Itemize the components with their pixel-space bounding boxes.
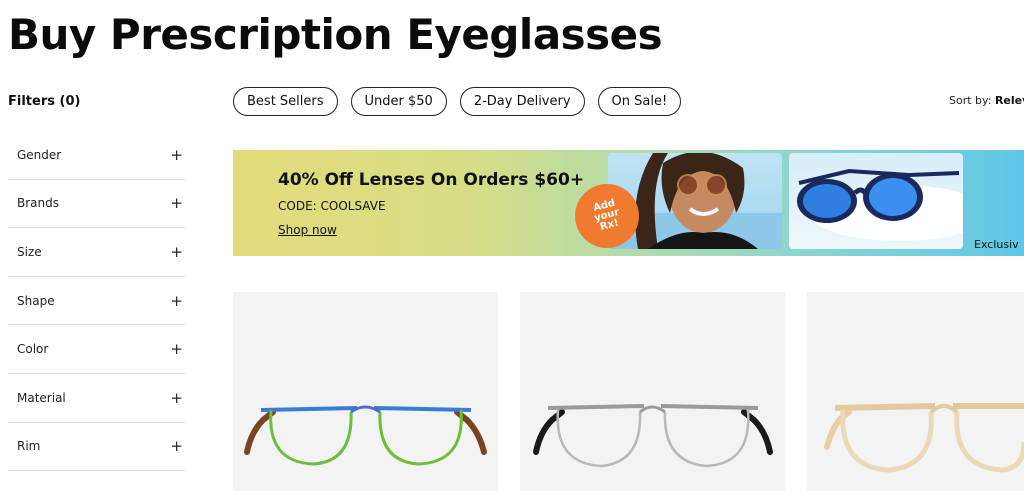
sort-value: Relev: [994, 94, 1024, 107]
filter-label: Material: [17, 390, 66, 405]
chip-best-sellers[interactable]: Best Sellers: [233, 87, 338, 116]
filter-label: Shape: [17, 293, 55, 308]
filter-shape[interactable]: Shape +: [8, 277, 185, 326]
sort-label: Sort by:: [949, 94, 992, 107]
promo-model-photo: [608, 153, 782, 249]
filter-label: Gender: [17, 147, 62, 162]
filter-label: Rim: [17, 439, 41, 454]
filter-material[interactable]: Material +: [8, 374, 185, 423]
promo-side-label: Exclusiv: [974, 238, 1019, 251]
shop-now-link[interactable]: Shop now: [278, 223, 337, 237]
filter-size[interactable]: Size +: [8, 228, 185, 277]
sort-dropdown[interactable]: Sort by: Relev: [949, 94, 1024, 107]
chip-2-day-delivery[interactable]: 2-Day Delivery: [459, 87, 585, 116]
filter-label: Brands: [17, 196, 59, 211]
plus-icon: +: [170, 340, 183, 359]
filter-label: Size: [17, 244, 42, 259]
filter-color[interactable]: Color +: [8, 325, 185, 374]
plus-icon: +: [170, 437, 183, 456]
promo-headline: 40% Off Lenses On Orders $60+: [278, 170, 585, 190]
filter-rim[interactable]: Rim +: [8, 423, 185, 472]
eyeglasses-image: [824, 403, 1024, 473]
promo-sunglasses-photo: [789, 153, 963, 249]
product-card[interactable]: [807, 292, 1024, 491]
plus-icon: +: [170, 291, 183, 310]
promo-code: CODE: COOLSAVE: [278, 199, 386, 213]
eyeglasses-image: [533, 404, 773, 468]
plus-icon: +: [170, 242, 183, 261]
product-card[interactable]: [520, 292, 785, 491]
promo-banner[interactable]: 40% Off Lenses On Orders $60+ CODE: COOL…: [233, 150, 1024, 256]
page-title: Buy Prescription Eyeglasses: [8, 10, 663, 59]
product-card[interactable]: [233, 292, 498, 491]
filters-heading: Filters (0): [8, 94, 81, 109]
eyeglasses-image: [244, 405, 487, 466]
plus-icon: +: [170, 194, 183, 213]
chip-on-sale[interactable]: On Sale!: [597, 87, 682, 116]
filter-brands[interactable]: Brands +: [8, 180, 185, 229]
filter-gender[interactable]: Gender +: [8, 131, 185, 180]
chip-under-50[interactable]: Under $50: [350, 87, 447, 116]
quick-filter-chips: Best Sellers Under $50 2-Day Delivery On…: [233, 87, 682, 116]
filter-list: Gender + Brands + Size + Shape + Color + Mate…: [8, 131, 185, 472]
plus-icon: +: [170, 145, 183, 164]
plus-icon: +: [170, 388, 183, 407]
filter-label: Color: [17, 342, 49, 357]
